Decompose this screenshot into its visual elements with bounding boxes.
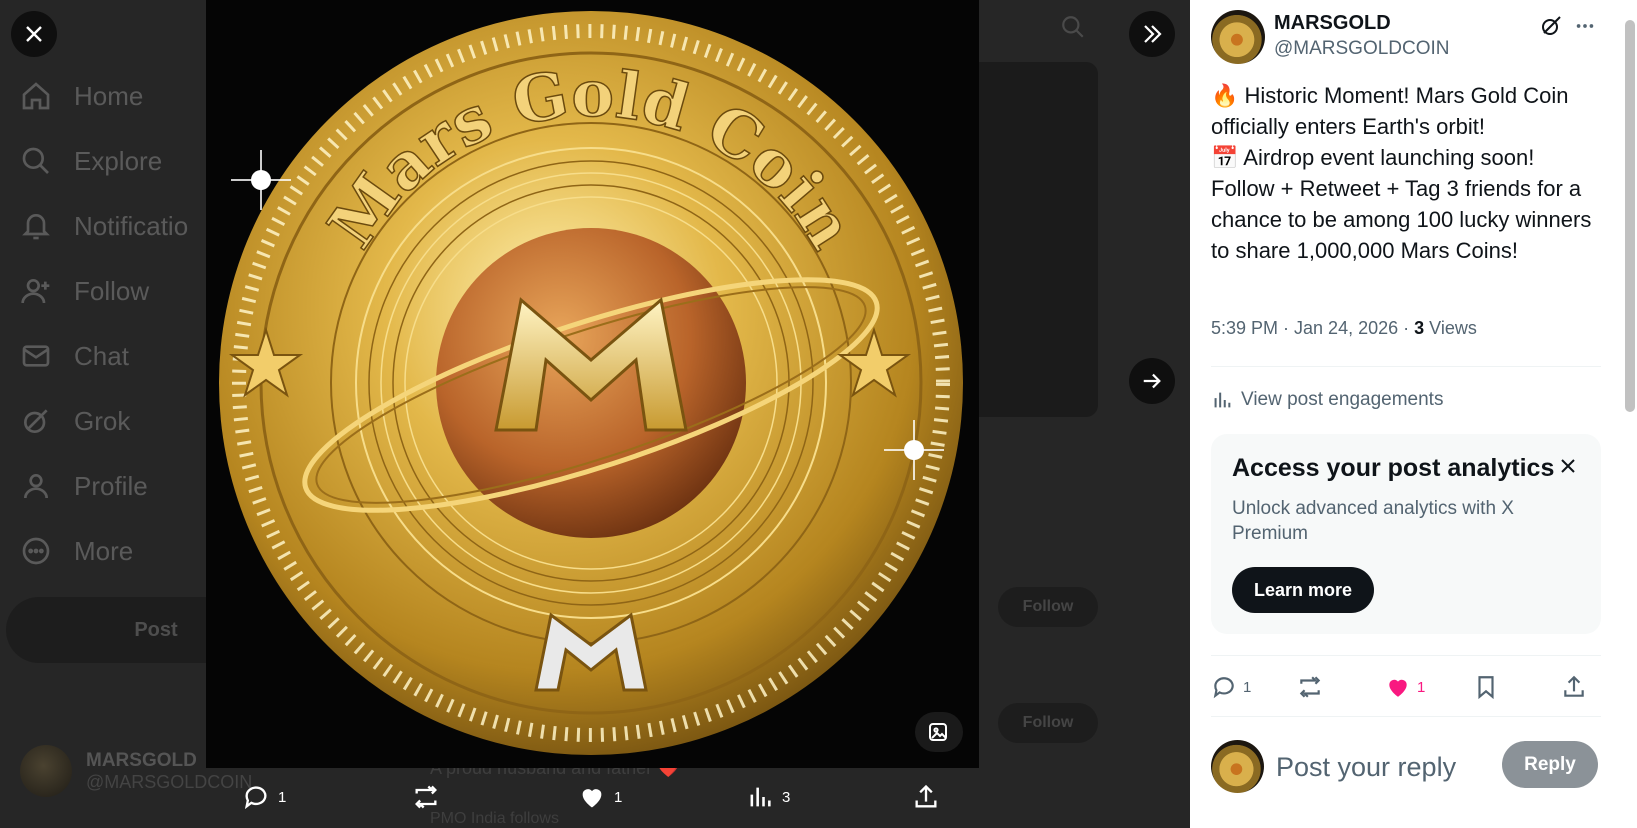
media-repost-button[interactable]: [412, 783, 448, 811]
more-icon: [22, 537, 50, 565]
post-timestamp[interactable]: 5:39 PM · Jan 24, 2026 ·: [1211, 318, 1414, 338]
nav-more-label: More: [74, 535, 134, 566]
analytics-promo-card: Access your post analytics Unlock advanc…: [1211, 434, 1601, 634]
search-icon: [1062, 16, 1084, 38]
nav-chat[interactable]: Chat: [20, 340, 129, 372]
media-like-button[interactable]: 1: [578, 783, 622, 811]
person-icon: [24, 474, 48, 499]
image-description-button[interactable]: [915, 712, 963, 752]
author-avatar[interactable]: [1211, 10, 1265, 64]
repost-icon: [1299, 676, 1321, 698]
like-count: 1: [1417, 678, 1426, 696]
reply-icon: [244, 786, 267, 810]
analytics-subtitle: Unlock advanced analytics with X Premium: [1232, 498, 1514, 544]
coin-image: Mars Gold Coin: [206, 0, 979, 768]
bookmark-icon: [1478, 676, 1494, 700]
share-button[interactable]: [1561, 674, 1587, 700]
reply-count: 1: [1243, 678, 1252, 696]
media-image[interactable]: Mars Gold Coin: [206, 0, 979, 768]
follow-button[interactable]: Follow: [998, 587, 1098, 627]
nav-home-label: Home: [74, 80, 144, 111]
views-icon: [750, 787, 771, 807]
background-media: [978, 62, 1098, 417]
grok-icon: [24, 409, 48, 433]
search-icon: [22, 147, 49, 174]
follow-button[interactable]: Follow: [998, 703, 1098, 743]
media-views-button[interactable]: 3: [746, 783, 790, 811]
grok-button[interactable]: [1537, 12, 1565, 40]
media-reply-count: 1: [278, 788, 287, 806]
nav-home[interactable]: Home: [20, 80, 143, 112]
heart-icon: [582, 789, 602, 808]
repost-button[interactable]: [1297, 674, 1323, 700]
media-like-count: 1: [614, 788, 623, 806]
nav-follow-label: Follow: [74, 275, 150, 306]
grok-icon: [1542, 16, 1561, 35]
close-icon: [26, 26, 42, 42]
next-media-button[interactable]: [1129, 358, 1175, 404]
analytics-icon: [1214, 392, 1231, 408]
divider: [1211, 716, 1601, 717]
post-meta: 5:39 PM · Jan 24, 2026 · 3 Views: [1211, 318, 1477, 339]
app-root: Home Explore Notificatio Follow Chat Gro…: [0, 0, 1637, 828]
nav-profile-label: Profile: [74, 470, 148, 501]
nav-profile[interactable]: Profile: [20, 470, 148, 502]
avatar: [20, 745, 72, 797]
divider: [1211, 655, 1601, 656]
close-media-button[interactable]: [11, 11, 57, 57]
repost-icon: [415, 785, 437, 809]
image-edit-icon: [929, 723, 947, 741]
mail-icon: [22, 345, 50, 367]
author-name[interactable]: MARSGOLD: [1274, 12, 1391, 35]
like-button[interactable]: 1: [1385, 674, 1425, 700]
follow-icon: [21, 279, 50, 304]
double-chevron-right-icon: [1144, 25, 1162, 43]
learn-more-button[interactable]: Learn more: [1232, 567, 1375, 613]
media-reply-button[interactable]: 1: [242, 783, 286, 811]
share-icon: [1564, 675, 1584, 697]
nav-follow[interactable]: Follow: [20, 275, 149, 307]
arrow-right-icon: [1143, 373, 1161, 389]
views-count: 3: [1414, 318, 1425, 338]
nav-notifications[interactable]: Notificatio: [20, 210, 188, 242]
scrollbar[interactable]: [1625, 20, 1635, 412]
nav-more[interactable]: More: [20, 535, 133, 567]
avatar: [1211, 740, 1264, 793]
home-icon: [22, 82, 50, 110]
nav-explore-label: Explore: [74, 145, 163, 176]
close-icon[interactable]: [1556, 454, 1580, 478]
post-text: 🔥 Historic Moment! Mars Gold Coin offici…: [1211, 83, 1592, 263]
views-label: Views: [1424, 318, 1477, 338]
view-engagements-link[interactable]: View post engagements: [1211, 389, 1443, 411]
nav-chat-label: Chat: [74, 340, 129, 371]
reply-submit-button[interactable]: Reply: [1502, 741, 1598, 788]
media-views-count: 3: [782, 788, 791, 806]
bookmark-button[interactable]: [1473, 674, 1499, 700]
post-action-bar: 1 1: [1211, 668, 1601, 708]
bell-icon: [22, 214, 50, 240]
author-handle[interactable]: @MARSGOLDCOIN: [1274, 38, 1450, 60]
nav-notifications-label: Notificatio: [74, 210, 189, 241]
nav-grok-label: Grok: [74, 405, 131, 436]
media-action-bar: 1 1 3: [206, 775, 979, 823]
ellipsis-icon: [1576, 24, 1594, 28]
nav-grok[interactable]: Grok: [20, 405, 130, 437]
reply-input[interactable]: [1276, 748, 1486, 786]
view-engagements-label: View post engagements: [1241, 389, 1444, 410]
nav-explore[interactable]: Explore: [20, 145, 162, 177]
share-icon: [915, 784, 937, 808]
collapse-panel-button[interactable]: [1129, 11, 1175, 57]
media-share-button[interactable]: [912, 783, 940, 811]
heart-icon: [1389, 679, 1407, 697]
divider: [1211, 366, 1601, 367]
reply-icon: [1213, 677, 1234, 699]
more-options-button[interactable]: [1571, 12, 1599, 40]
post-detail-panel: MARSGOLD @MARSGOLDCOIN 🔥 Historic Moment…: [1190, 0, 1637, 828]
analytics-title: Access your post analytics: [1232, 454, 1555, 482]
reply-button[interactable]: 1: [1211, 674, 1251, 700]
